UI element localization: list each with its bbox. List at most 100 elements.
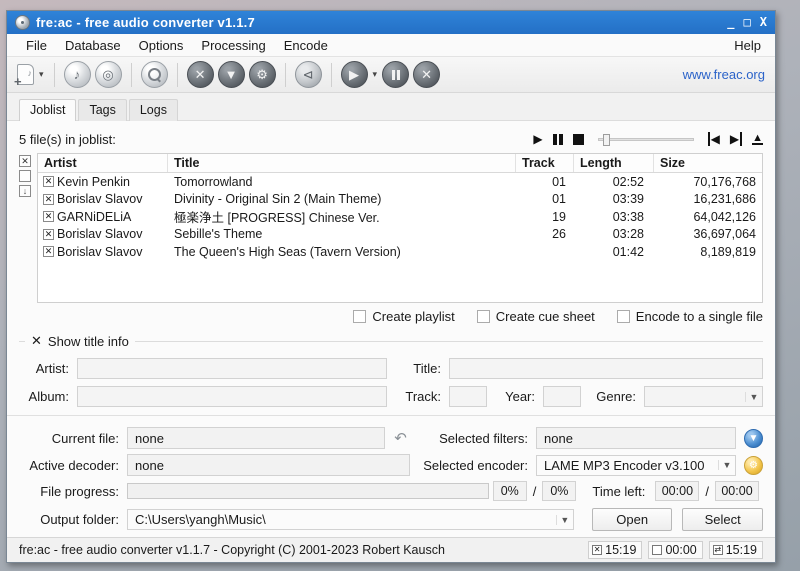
track-field[interactable] [449,386,487,407]
toggle-selection-button[interactable]: ↓ [19,185,31,197]
menu-options[interactable]: Options [130,36,193,55]
time-value: 15:19 [725,543,757,557]
tab-joblist[interactable]: Joblist [19,99,77,121]
collapse-section-icon[interactable]: ✕ [31,333,42,349]
open-folder-button[interactable]: Open [591,508,673,531]
menu-encode[interactable]: Encode [275,36,337,55]
year-field[interactable] [543,386,581,407]
cell-title: Tomorrowland [174,174,253,189]
output-folder-dropdown[interactable]: C:\Users\yangh\Music\ ▼ [127,509,574,530]
stop-track-button[interactable] [572,133,584,145]
menu-database[interactable]: Database [56,36,130,55]
close-button[interactable]: X [760,15,767,30]
active-decoder-value: none [127,454,410,476]
toolbar-separator [330,62,332,87]
start-encoding-dropdown-icon[interactable]: ▾ [373,69,378,80]
cell-size: 36,697,064 [693,227,756,242]
row-checkbox[interactable]: ✕ [43,211,54,223]
file-progress-bar [127,483,489,499]
filter-button[interactable]: ▼ [217,61,245,88]
tab-logs[interactable]: Logs [128,99,178,121]
website-link[interactable]: www.freac.org [683,67,765,82]
selected-encoder-dropdown[interactable]: LAME MP3 Encoder v3.100 ▼ [536,454,736,476]
maximize-button[interactable]: □ [744,15,751,30]
encode-single-file-option[interactable]: Encode to a single file [616,309,763,324]
column-header-title[interactable]: Title [168,154,516,172]
chevron-down-icon: ▼ [718,460,735,470]
cell-size: 64,042,126 [693,209,756,224]
joblist-count-label: 5 file(s) in joblist: [19,131,116,147]
eject-button[interactable]: ▲ [752,132,763,145]
column-header-length[interactable]: Length [574,154,654,172]
divider-line [134,340,763,342]
cell-length: 03:28 [612,227,644,242]
music-note-button[interactable]: ♪ [63,61,91,88]
joblist-header: Artist Title Track Length Size [38,154,762,173]
menu-help[interactable]: Help [730,36,765,55]
toolbar-separator [53,62,55,87]
table-row[interactable]: ✕ GARNiDELiA 極楽浄土 [PROGRESS] Chinese Ver.… [38,208,762,226]
search-button[interactable] [140,61,168,88]
artist-field[interactable] [77,358,387,379]
cell-track: 01 [552,192,566,207]
select-all-button[interactable]: ✕ [19,155,31,167]
next-track-button[interactable]: ▶ [730,132,743,146]
mascot-icon: ↶ [394,430,407,447]
status-text: fre:ac - free audio converter v1.1.7 - C… [19,543,445,557]
cell-track: 19 [552,209,566,224]
add-files-dropdown-icon[interactable]: ▾ [39,69,44,80]
menu-file[interactable]: File [17,36,56,55]
title-bar[interactable]: fre:ac - free audio converter v1.1.7 _ □… [7,11,775,34]
tab-tags[interactable]: Tags [78,99,127,121]
add-files-button[interactable] [14,61,34,89]
selected-encoder-value: LAME MP3 Encoder v3.100 [544,457,705,473]
column-header-size[interactable]: Size [654,154,762,172]
table-row[interactable]: ✕ Borislav Slavov Divinity - Original Sin… [38,191,762,209]
genre-dropdown[interactable]: ▼ [644,386,763,407]
menu-processing[interactable]: Processing [192,36,274,55]
create-cue-sheet-checkbox[interactable] [476,309,490,323]
title-info-header[interactable]: Show title info [48,334,129,349]
row-checkbox[interactable]: ✕ [43,193,54,205]
table-row[interactable]: ✕ Borislav Slavov The Queen's High Seas (… [38,243,762,261]
cell-size: 8,189,819 [700,244,756,259]
table-row[interactable]: ✕ Borislav Slavov Sebille's Theme 26 03:2… [38,226,762,244]
progress-current-value: 0% [492,481,527,501]
column-header-artist[interactable]: Artist [38,154,168,172]
minimize-button[interactable]: _ [727,15,734,30]
pause-encoding-button[interactable] [382,61,410,88]
gear-button[interactable]: ⚙ [248,61,276,88]
row-checkbox[interactable]: ✕ [43,228,54,240]
seek-slider[interactable] [597,133,694,146]
cell-length: 03:39 [612,192,644,207]
share-button[interactable]: ⊲ [294,61,322,88]
create-playlist-checkbox[interactable] [353,309,367,323]
row-checkbox[interactable]: ✕ [43,246,54,258]
filter-icon: ▼ [224,67,238,82]
previous-track-button[interactable]: ◀ [707,132,720,146]
pause-track-button[interactable] [552,133,563,145]
album-field[interactable] [77,386,387,407]
select-folder-button[interactable]: Select [682,508,763,531]
play-track-button[interactable]: ▶ [533,132,542,146]
seek-slider-thumb[interactable] [602,133,610,146]
start-encoding-button[interactable]: ▶ [340,61,368,88]
title-field[interactable] [449,358,763,379]
row-checkbox[interactable]: ✕ [43,176,54,188]
create-playlist-option[interactable]: Create playlist [353,309,455,324]
current-file-label: Current file: [51,430,119,446]
selected-filters-label: Selected filters: [439,430,528,446]
encode-single-file-checkbox[interactable] [616,309,630,323]
title-info-section: ✕ Show title info Artist: Title: Album: … [19,329,763,407]
stop-encoding-button[interactable]: ✕ [413,61,441,88]
tools-icon: ✕ [194,66,206,82]
filters-config-button[interactable]: ▼ [744,428,763,448]
encoder-config-button[interactable]: ⚙ [744,455,763,475]
column-header-track[interactable]: Track [516,154,574,172]
clock-toggle-icon: ⇄ [712,545,723,555]
create-cue-sheet-option[interactable]: Create cue sheet [476,309,595,324]
select-none-button[interactable] [19,170,31,182]
table-row[interactable]: ✕ Kevin Penkin Tomorrowland 01 02:52 70,1… [38,173,762,191]
cd-rip-button[interactable]: ◎ [94,61,122,88]
tools-button[interactable]: ✕ [186,61,214,88]
